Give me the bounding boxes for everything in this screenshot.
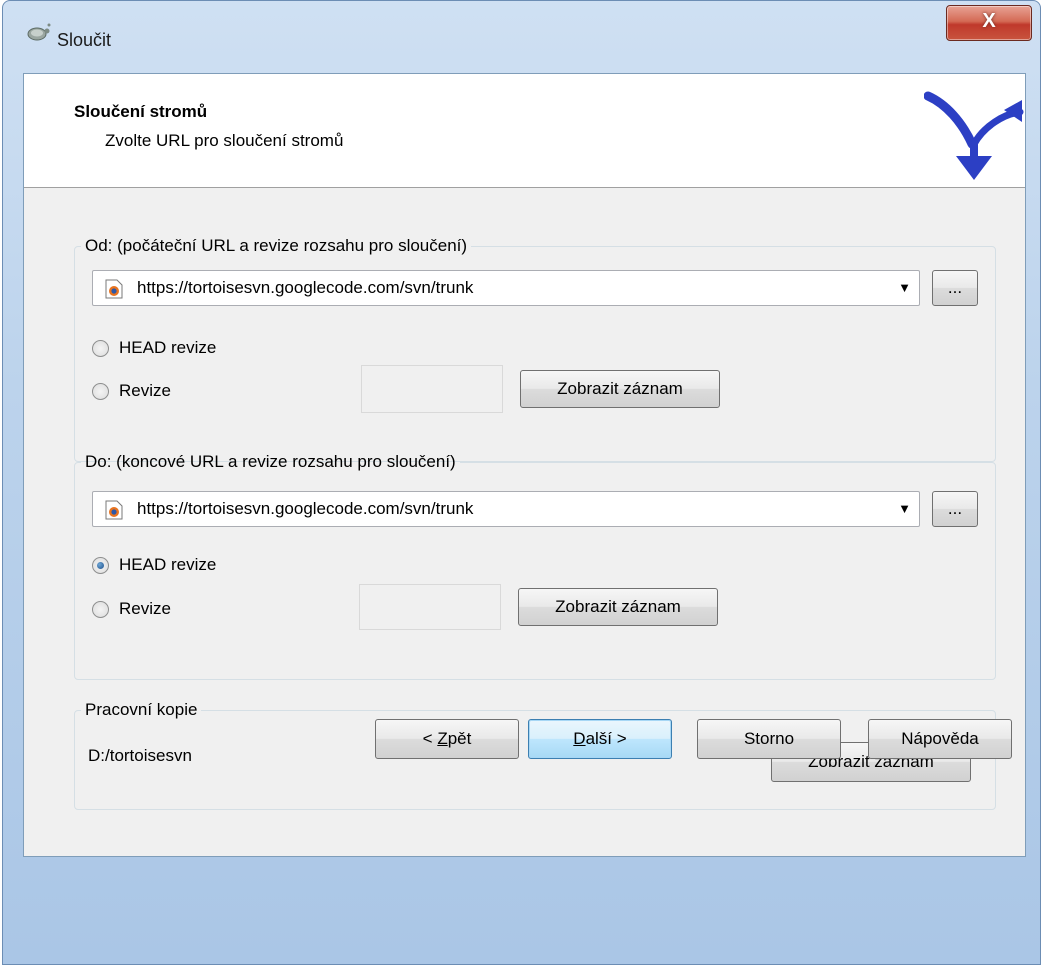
window-title: Sloučit [57,30,112,50]
to-revision-radio[interactable] [92,601,109,618]
dialog-window: Sloučit X Sloučení stromů Zvolte URL pro… [2,0,1041,965]
from-head-label[interactable]: HEAD revize [119,338,216,358]
merge-arrows-icon [924,91,1024,180]
wizard-header: Sloučení stromů Zvolte URL pro sloučení … [24,74,1025,188]
from-revision-input[interactable] [361,365,503,413]
to-url-value: https://tortoisesvn.googlecode.com/svn/t… [137,499,474,518]
page-title: Sloučení stromů [74,102,208,121]
chevron-down-icon[interactable]: ▼ [898,280,911,295]
working-copy-path: D:/tortoisesvn [88,746,192,765]
tortoise-app-icon [27,23,51,41]
to-url-combo[interactable]: https://tortoisesvn.googlecode.com/svn/t… [92,491,920,527]
file-icon [105,279,123,299]
close-button[interactable]: X [946,5,1032,41]
to-revision-label[interactable]: Revize [119,599,171,619]
next-button[interactable]: Další > [528,719,672,759]
from-browse-button[interactable]: ... [932,270,978,306]
from-show-log-button[interactable]: Zobrazit záznam [520,370,720,408]
back-button[interactable]: < Zpět [375,719,519,759]
title-bar[interactable]: Sloučit X [3,1,1040,61]
chevron-down-icon[interactable]: ▼ [898,501,911,516]
help-button[interactable]: Nápověda [868,719,1012,759]
to-browse-button[interactable]: ... [932,491,978,527]
from-head-radio[interactable] [92,340,109,357]
file-icon [105,500,123,520]
to-head-label[interactable]: HEAD revize [119,555,216,575]
to-revision-input[interactable] [359,584,501,630]
to-head-radio[interactable] [92,557,109,574]
to-group-legend: Do: (koncové URL a revize rozsahu pro sl… [85,452,456,471]
from-revision-radio[interactable] [92,383,109,400]
from-group-legend: Od: (počáteční URL a revize rozsahu pro … [85,236,468,255]
close-icon: X [982,10,996,32]
page-subtitle: Zvolte URL pro sloučení stromů [105,131,344,150]
working-copy-legend: Pracovní kopie [85,700,198,719]
from-url-combo[interactable]: https://tortoisesvn.googlecode.com/svn/t… [92,270,920,306]
from-url-value: https://tortoisesvn.googlecode.com/svn/t… [137,278,474,297]
to-show-log-button[interactable]: Zobrazit záznam [518,588,718,626]
cancel-button[interactable]: Storno [697,719,841,759]
from-revision-label[interactable]: Revize [119,381,171,401]
